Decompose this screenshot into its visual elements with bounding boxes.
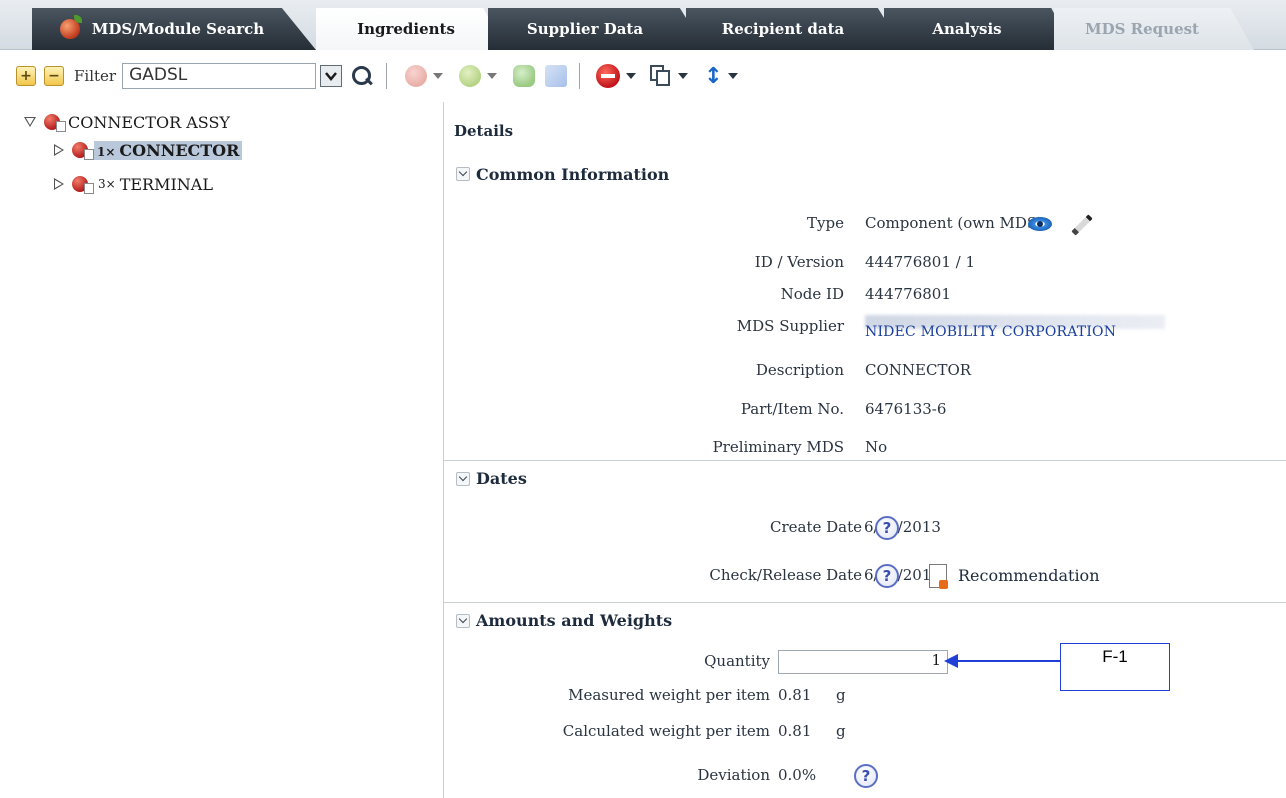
description-value: CONNECTOR [865, 361, 972, 379]
tab-label: MDS Request [1085, 20, 1199, 38]
deviation-label: Deviation [697, 766, 770, 784]
id-version-label: ID / Version [754, 253, 844, 271]
tab-mds-request: MDS Request [1054, 8, 1254, 50]
filter-dropdown-button[interactable] [320, 65, 343, 87]
component-icon [44, 112, 66, 132]
component-icon [72, 140, 94, 160]
tree-node-terminal[interactable]: 3× TERMINAL [54, 172, 213, 196]
expand-triangle-icon[interactable] [54, 178, 64, 190]
recommendation-document-icon[interactable] [929, 564, 948, 589]
tree-node-label: TERMINAL [119, 174, 213, 194]
deviation-value: 0.0% [778, 766, 817, 784]
measured-weight-label: Measured weight per item [568, 686, 770, 704]
toolbar-separator [386, 63, 388, 89]
help-icon[interactable]: ? [875, 564, 899, 588]
mds-supplier-label: MDS Supplier [736, 317, 844, 335]
mds-supplier-value: NIDEC MOBILITY CORPORATION [865, 324, 1117, 340]
tab-label: Supplier Data [526, 20, 644, 38]
toolbar: + − Filter GADSL ↕ [8, 50, 1286, 102]
chevron-down-icon [433, 73, 444, 79]
section-heading: Dates [476, 469, 527, 488]
preliminary-mds-label: Preliminary MDS [712, 438, 844, 456]
tab-label: Recipient data [721, 20, 845, 38]
tree-node-root[interactable]: CONNECTOR ASSY [24, 110, 230, 134]
quantity-input[interactable]: 1 [778, 650, 948, 674]
chevron-down-icon [325, 72, 338, 81]
chevron-down-icon[interactable] [678, 73, 689, 79]
section-heading: Amounts and Weights [476, 611, 673, 630]
callout-arrow-line [956, 660, 1060, 662]
component-icon [72, 174, 94, 194]
chevron-down-icon[interactable] [456, 167, 470, 181]
delete-icon[interactable] [596, 64, 621, 88]
id-version-value: 444776801 / 1 [865, 253, 976, 271]
expand-all-icon[interactable]: + [16, 66, 36, 86]
tab-label: MDS/Module Search [91, 20, 265, 38]
mds-apple-icon [59, 15, 82, 39]
node-id-label: Node ID [780, 285, 844, 303]
tree-node-position: 3× [98, 177, 116, 191]
tab-label: Ingredients [357, 20, 455, 38]
section-common-information[interactable]: Common Information [444, 156, 1286, 192]
tree-node-label: CONNECTOR [119, 140, 240, 160]
chevron-down-icon[interactable] [456, 471, 470, 486]
tree-node-label: CONNECTOR ASSY [68, 112, 230, 132]
preliminary-mds-value: No [865, 438, 888, 456]
tab-label: Analysis [932, 20, 1002, 38]
part-item-value: 6476133-6 [865, 400, 947, 418]
measured-weight-value: 0.81 [778, 686, 812, 704]
filter-label: Filter [74, 67, 117, 85]
toolbar-separator [579, 63, 581, 89]
calculated-weight-unit: g [836, 722, 846, 740]
type-value: Component (own MDS) [865, 214, 1044, 232]
collapse-all-icon[interactable]: − [44, 66, 64, 86]
description-label: Description [755, 361, 844, 379]
section-heading: Common Information [476, 164, 670, 184]
tab-analysis[interactable]: Analysis [884, 8, 1074, 50]
copy-icon[interactable] [650, 65, 672, 87]
type-label: Type [807, 214, 844, 232]
part-item-label: Part/Item No. [740, 400, 844, 418]
details-pane: Details Common Information Type Componen… [444, 102, 1286, 798]
help-icon[interactable]: ? [854, 764, 878, 788]
tab-mds-module-search[interactable]: MDS/Module Search [32, 8, 316, 50]
filter-input[interactable]: GADSL [122, 63, 317, 89]
structure-tree: CONNECTOR ASSY 1× CONNECTOR 3× TERMINAL [0, 102, 444, 798]
view-icon[interactable] [1028, 215, 1054, 233]
details-title: Details [454, 122, 514, 140]
check-release-date-label: Check/Release Date [709, 566, 862, 584]
edit-pencil-icon[interactable] [1071, 214, 1093, 236]
tree-node-selected[interactable]: 1× CONNECTOR [94, 140, 243, 160]
recommendation-link[interactable]: Recommendation [958, 566, 1100, 585]
tree-node-position: 1× [97, 144, 116, 159]
chevron-down-icon[interactable] [456, 613, 470, 628]
callout-label: F-1 [1060, 643, 1170, 691]
tab-ingredients[interactable]: Ingredients [316, 8, 506, 50]
chevron-down-icon [487, 73, 498, 79]
calculated-weight-label: Calculated weight per item [562, 722, 770, 740]
help-icon[interactable]: ? [875, 516, 899, 540]
quantity-label: Quantity [704, 652, 770, 670]
tab-bar: MDS/Module Search Ingredients Supplier D… [0, 0, 1286, 50]
create-date-label: Create Date [769, 518, 862, 536]
add-substance-icon [513, 65, 536, 87]
chevron-down-icon[interactable] [626, 73, 637, 79]
search-icon[interactable] [350, 64, 374, 88]
tree-node-connector[interactable]: 1× CONNECTOR [54, 138, 243, 162]
tab-recipient-data[interactable]: Recipient data [686, 8, 904, 50]
expand-triangle-icon[interactable] [54, 144, 64, 156]
chevron-down-icon[interactable] [728, 73, 739, 79]
calculated-weight-value: 0.81 [778, 722, 812, 740]
add-material-icon [459, 65, 482, 87]
tab-supplier-data[interactable]: Supplier Data [488, 8, 706, 50]
section-amounts-weights[interactable]: Amounts and Weights [444, 602, 1286, 638]
node-id-value: 444776801 [865, 285, 951, 303]
copy-structure-icon [545, 65, 568, 87]
section-dates[interactable]: Dates [444, 460, 1286, 496]
measured-weight-unit: g [836, 686, 846, 704]
collapse-triangle-icon[interactable] [24, 117, 36, 127]
add-component-icon [405, 65, 428, 87]
move-up-down-icon[interactable]: ↕ [704, 64, 722, 89]
